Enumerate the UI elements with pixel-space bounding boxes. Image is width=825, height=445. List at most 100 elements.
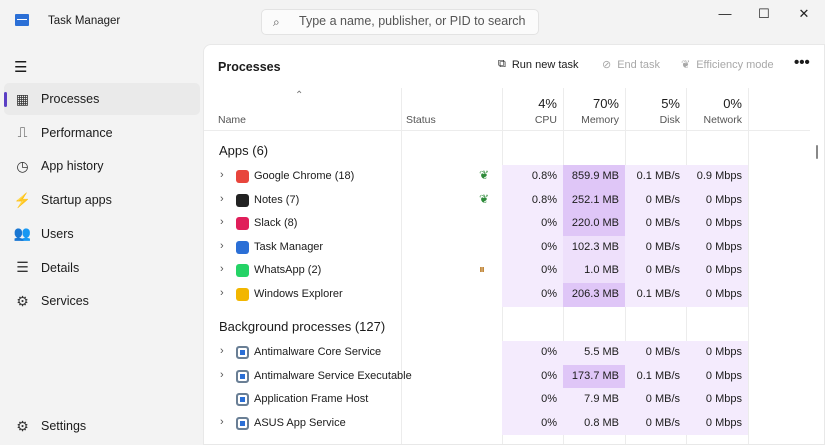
sidebar-item-app-history[interactable]: ◷ App history xyxy=(4,150,200,182)
process-row[interactable]: › Slack (8) 0% 220.0 MB 0 MB/s 0 Mbps xyxy=(204,212,810,236)
task-manager-icon xyxy=(15,14,29,26)
network-value: 0 Mbps xyxy=(686,235,748,260)
search-icon: ⌕ xyxy=(273,15,280,29)
sidebar-item-processes[interactable]: ▦ Processes xyxy=(4,83,200,115)
process-row[interactable]: › WhatsApp (2) ⏸ 0% 1.0 MB 0 MB/s 0 Mbps xyxy=(204,259,810,283)
startup-icon: ⚡ xyxy=(13,191,32,208)
network-value: 0 Mbps xyxy=(686,259,748,283)
expand-chevron-icon[interactable]: › xyxy=(220,169,224,181)
disk-value: 0.1 MB/s xyxy=(625,165,686,189)
app-icon xyxy=(236,217,249,231)
processes-panel: Processes ⧉ Run new task ⊘ End task ❦ Effic… xyxy=(203,44,825,445)
sidebar-item-startup-apps[interactable]: ⚡ Startup apps xyxy=(4,184,200,216)
app-title: Task Manager xyxy=(48,15,121,27)
memory-value: 7.9 MB xyxy=(563,388,625,412)
expand-chevron-icon[interactable]: › xyxy=(220,263,224,275)
more-options-button[interactable]: ••• xyxy=(794,54,810,71)
column-disk[interactable]: 5% Disk xyxy=(625,88,686,131)
network-value: 0 Mbps xyxy=(686,388,748,412)
disk-value: 0 MB/s xyxy=(625,188,686,213)
process-row[interactable]: › Antimalware Service Executable 0% 173.7 M… xyxy=(204,364,810,389)
sidebar-item-label: Services xyxy=(41,294,89,309)
expand-chevron-icon[interactable]: › xyxy=(220,240,224,252)
process-name: Slack (8) xyxy=(254,217,298,230)
expand-chevron-icon[interactable]: › xyxy=(220,369,224,381)
group-apps-header: Apps (6) xyxy=(219,143,269,158)
service-icon xyxy=(236,393,249,407)
process-name: Application Frame Host xyxy=(254,393,369,406)
users-icon: 👥 xyxy=(13,225,32,242)
network-value: 0 Mbps xyxy=(686,341,748,365)
app-icon xyxy=(236,264,249,278)
column-network[interactable]: 0% Network xyxy=(686,88,748,131)
page-title: Processes xyxy=(218,60,281,74)
search-box[interactable]: ⌕ xyxy=(261,9,539,35)
memory-value: 102.3 MB xyxy=(563,235,625,260)
maximize-button[interactable]: ☐ xyxy=(749,6,779,22)
memory-value: 206.3 MB xyxy=(563,283,625,307)
processes-icon: ▦ xyxy=(15,90,30,107)
cpu-value: 0% xyxy=(502,235,563,260)
end-task-icon: ⊘ xyxy=(602,59,612,71)
sidebar-item-settings[interactable]: ⚙ Settings xyxy=(4,410,200,442)
memory-value: 0.8 MB xyxy=(563,411,625,436)
scrollbar[interactable] xyxy=(816,145,818,159)
memory-value: 859.9 MB xyxy=(563,165,625,189)
memory-value: 173.7 MB xyxy=(563,364,625,389)
close-button[interactable]: ✕ xyxy=(789,6,819,22)
efficiency-mode-button[interactable]: ❦ Efficiency mode xyxy=(681,58,774,72)
suspended-pause-icon: ⏸ xyxy=(479,262,486,277)
cpu-value: 0% xyxy=(502,388,563,412)
expand-chevron-icon[interactable]: › xyxy=(220,416,224,428)
disk-value: 0 MB/s xyxy=(625,259,686,283)
cpu-value: 0% xyxy=(502,341,563,365)
leaf-icon: ❦ xyxy=(681,59,691,71)
network-value: 0 Mbps xyxy=(686,411,748,436)
title-bar: Task Manager ⌕ — ☐ ✕ xyxy=(0,0,825,44)
column-memory[interactable]: 70% Memory xyxy=(563,88,625,131)
process-row[interactable]: › Windows Explorer 0% 206.3 MB 0.1 MB/s 0 Mbp… xyxy=(204,283,810,307)
services-icon: ⚙ xyxy=(16,292,29,309)
sidebar-item-label: Startup apps xyxy=(41,193,112,208)
column-name[interactable]: Name xyxy=(218,88,252,131)
process-row[interactable]: › Google Chrome (18) ❦ 0.8% 859.9 MB 0.1 MB/s… xyxy=(204,165,810,189)
group-background-header: Background processes (127) xyxy=(219,319,386,334)
process-row[interactable]: › Antimalware Core Service 0% 5.5 MB 0 MB/s 0… xyxy=(204,341,810,365)
efficiency-leaf-icon: ❦ xyxy=(479,168,490,182)
sidebar-item-performance[interactable]: ⎍ Performance xyxy=(4,117,200,149)
column-header-row: ⌃ Name Status 4% CPU 70% Memory 5% Disk 0% N… xyxy=(204,88,810,131)
sidebar-item-details[interactable]: ☰ Details xyxy=(4,252,200,284)
memory-value: 252.1 MB xyxy=(563,188,625,213)
search-input[interactable] xyxy=(299,14,529,28)
efficiency-leaf-icon: ❦ xyxy=(479,191,490,206)
column-cpu[interactable]: 4% CPU xyxy=(502,88,563,131)
hamburger-menu-icon[interactable]: ☰ xyxy=(14,58,27,76)
end-task-button[interactable]: ⊘ End task xyxy=(602,58,660,72)
minimize-button[interactable]: — xyxy=(710,6,740,21)
sidebar-item-label: Users xyxy=(41,226,74,241)
expand-chevron-icon[interactable]: › xyxy=(220,216,224,228)
disk-value: 0.1 MB/s xyxy=(625,364,686,389)
run-new-task-button[interactable]: ⧉ Run new task xyxy=(498,58,579,71)
column-status[interactable]: Status xyxy=(406,88,442,131)
service-icon xyxy=(236,346,249,359)
expand-chevron-icon[interactable]: › xyxy=(220,287,224,299)
sidebar-item-label: App history xyxy=(41,159,104,174)
service-icon xyxy=(236,416,249,430)
sidebar-item-users[interactable]: 👥 Users xyxy=(4,218,200,250)
sidebar-item-services[interactable]: ⚙ Services xyxy=(4,285,200,317)
process-name: Notes (7) xyxy=(254,193,300,206)
disk-value: 0.1 MB/s xyxy=(625,283,686,307)
network-value: 0 Mbps xyxy=(686,212,748,236)
disk-value: 0 MB/s xyxy=(625,212,686,236)
cpu-value: 0% xyxy=(502,411,563,436)
sidebar-item-label: Performance xyxy=(41,125,113,140)
network-value: 0 Mbps xyxy=(686,364,748,389)
process-row[interactable]: › ASUS App Service 0% 0.8 MB 0 MB/s 0 Mbps xyxy=(204,411,810,436)
process-name: Google Chrome (18) xyxy=(254,170,355,182)
expand-chevron-icon[interactable]: › xyxy=(220,345,224,357)
process-row[interactable]: Application Frame Host 0% 7.9 MB 0 MB/s 0 Mb… xyxy=(204,388,810,412)
process-row[interactable]: › Task Manager 0% 102.3 MB 0 MB/s 0 Mbps xyxy=(204,235,810,260)
expand-chevron-icon[interactable]: › xyxy=(220,193,224,205)
process-row[interactable]: › Notes (7) ❦ 0.8% 252.1 MB 0 MB/s 0 Mbps xyxy=(204,188,810,213)
